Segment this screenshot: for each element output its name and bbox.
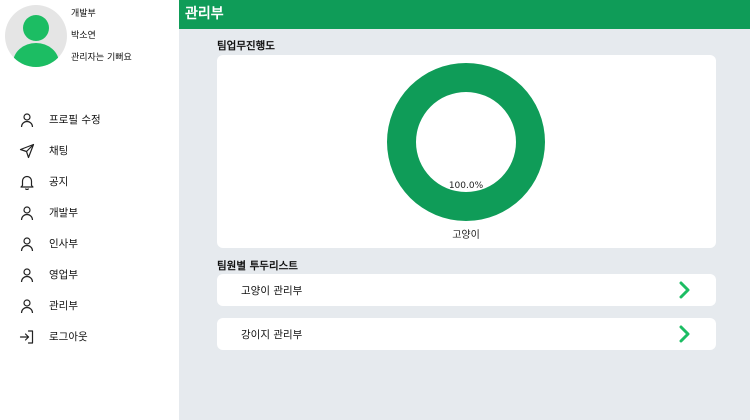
pie-slice (387, 63, 545, 221)
sidebar-item-logout[interactable]: 로그아웃 (19, 321, 101, 352)
sidebar-item-label: 공지 (49, 176, 69, 188)
user-icon (20, 267, 34, 282)
sidebar: 개발부 박소연 관리자는 기뻐요 프로필 수정 채팅 공지 개발부 인사부 영업… (0, 0, 179, 420)
user-icon (20, 298, 34, 313)
page-title: 관리부 (179, 0, 750, 29)
user-icon (20, 205, 34, 220)
sidebar-item-admin[interactable]: 관리부 (19, 290, 101, 321)
sidebar-item-dev[interactable]: 개발부 (19, 197, 101, 228)
logout-icon (19, 329, 34, 344)
progress-donut-chart: 100.0% 고양이 (387, 63, 545, 241)
sidebar-item-label: 로그아웃 (49, 331, 88, 343)
sidebar-item-edit-profile[interactable]: 프로필 수정 (19, 104, 101, 135)
sidebar-item-label: 개발부 (49, 207, 78, 219)
todo-item-label: 강이지 관리부 (241, 328, 303, 341)
user-icon (20, 236, 34, 251)
todo-item-label: 고양이 관리부 (241, 284, 303, 297)
send-icon (19, 143, 35, 158)
progress-chart-card: 100.0% 고양이 (217, 55, 716, 248)
sidebar-menu: 프로필 수정 채팅 공지 개발부 인사부 영업부 관리부 로그아웃 (19, 104, 101, 352)
sidebar-item-label: 채팅 (49, 145, 69, 157)
progress-section-title: 팀업무진행도 (217, 40, 275, 52)
category-label: 고양이 (452, 229, 480, 241)
profile-name: 박소연 (71, 31, 96, 41)
todo-list-item[interactable]: 고양이 관리부 (217, 274, 716, 306)
avatar (5, 5, 67, 67)
todo-list-item[interactable]: 강이지 관리부 (217, 318, 716, 350)
sidebar-item-label: 관리부 (49, 300, 78, 312)
data-label: 100.0% (449, 181, 484, 191)
sidebar-item-sales[interactable]: 영업부 (19, 259, 101, 290)
sidebar-item-label: 영업부 (49, 269, 78, 281)
sidebar-item-chat[interactable]: 채팅 (19, 135, 101, 166)
main-content: 관리부 팀업무진행도 100.0% 고양이 팀원별 투두리스트 고양이 관리부 강… (179, 0, 750, 420)
profile-department: 개발부 (71, 9, 96, 19)
bell-icon (20, 175, 34, 190)
sidebar-item-label: 프로필 수정 (49, 114, 101, 126)
sidebar-item-label: 인사부 (49, 238, 78, 250)
todo-section-title: 팀원별 투두리스트 (217, 260, 298, 272)
user-icon (20, 112, 34, 127)
profile-status: 관리자는 기뻐요 (71, 53, 132, 63)
sidebar-item-notice[interactable]: 공지 (19, 166, 101, 197)
profile-card: 개발부 박소연 관리자는 기뻐요 (5, 5, 175, 67)
sidebar-item-hr[interactable]: 인사부 (19, 228, 101, 259)
chevron-right-icon[interactable] (678, 325, 692, 343)
chevron-right-icon[interactable] (678, 281, 692, 299)
